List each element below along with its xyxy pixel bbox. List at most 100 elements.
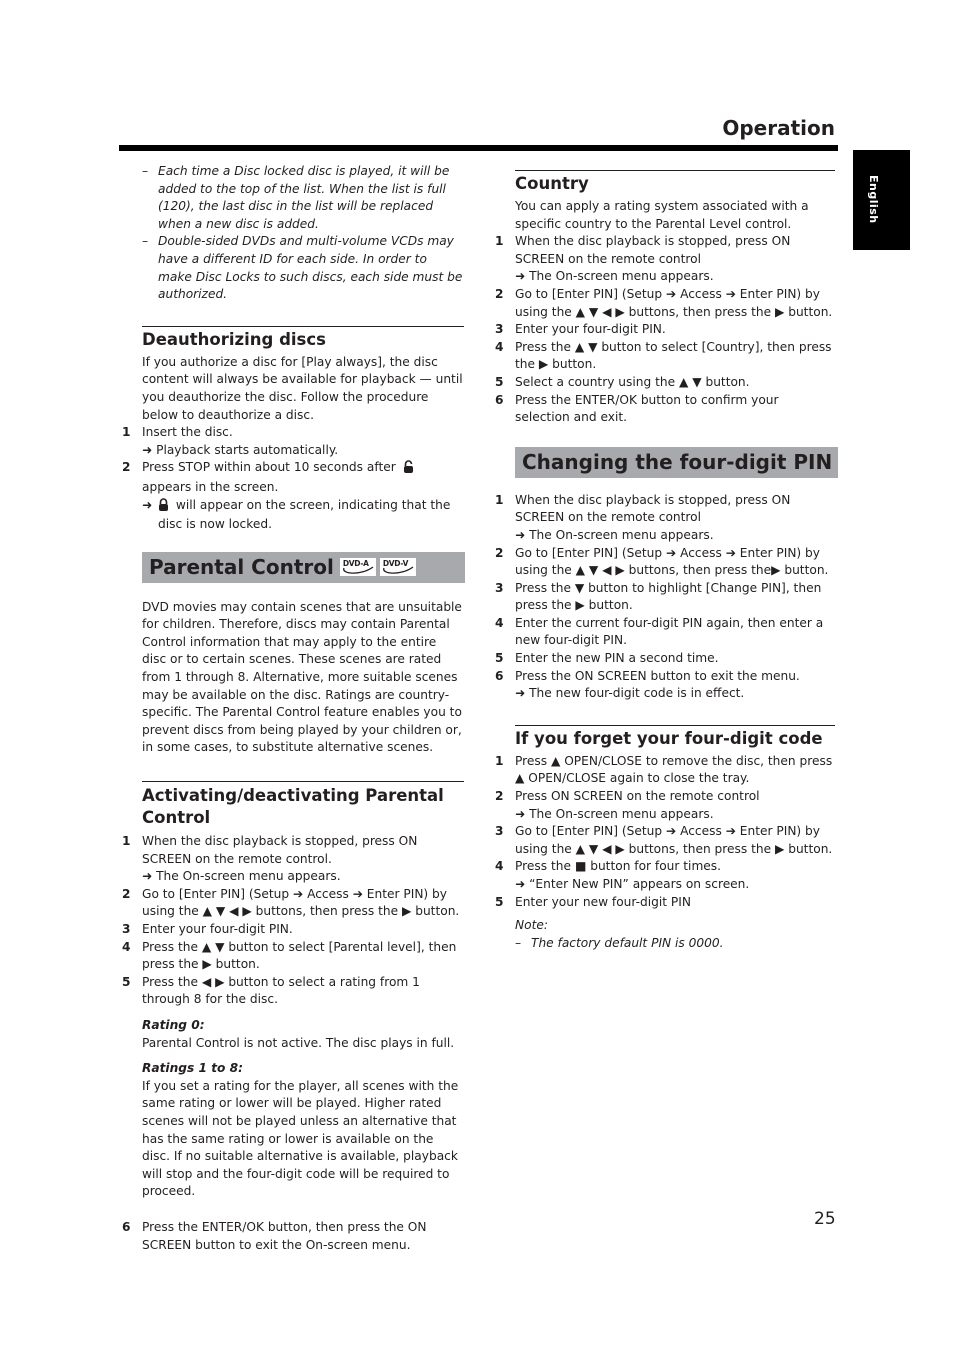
step-item: 2 Go to [Enter PIN] (Setup ➔ Access ➔ En…: [495, 286, 837, 321]
note-item: – The factory default PIN is 0000.: [515, 935, 837, 953]
page-number: 25: [814, 1209, 836, 1229]
step-item: 4 Press the ▲ ▼ button to select [Countr…: [495, 339, 837, 374]
step-item: 2 Go to [Enter PIN] (Setup ➔ Access ➔ En…: [122, 886, 464, 921]
language-tab: English: [853, 150, 910, 250]
step-list: 1 When the disc playback is stopped, pre…: [495, 492, 837, 703]
step-text: Go to [Enter PIN] (Setup ➔ Access ➔ Ente…: [515, 545, 829, 578]
step-text: Enter the new PIN a second time.: [515, 651, 719, 666]
step-text: Enter the current four-digit PIN again, …: [515, 615, 824, 648]
step-item: 3 Enter your four-digit PIN.: [122, 921, 464, 939]
language-tab-label: English: [867, 175, 880, 224]
result-text: “Enter New PIN” appears on screen.: [529, 877, 750, 891]
arrow-icon: ➜: [515, 527, 526, 542]
step-item: 3 Enter your four-digit PIN.: [495, 321, 837, 339]
result-text: The On-screen menu appears.: [156, 869, 341, 884]
step-text: Go to [Enter PIN] (Setup ➔ Access ➔ Ente…: [142, 886, 460, 919]
section-heading: Deauthorizing discs: [142, 325, 464, 350]
step-text-part: appears in the screen.: [142, 479, 279, 494]
step-item: 6 Press the ENTER/OK button, then press …: [122, 1219, 464, 1254]
step-result: ➜ “Enter New PIN” appears on screen.: [515, 876, 837, 894]
deauthorizing-section: Deauthorizing discs If you authorize a d…: [122, 325, 464, 534]
step-number: 5: [495, 894, 504, 909]
step-text: Press ▲ OPEN/CLOSE to remove the disc, t…: [515, 753, 833, 786]
left-column: – Each time a Disc locked disc is played…: [122, 163, 465, 1254]
step-text: Go to [Enter PIN] (Setup ➔ Access ➔ Ente…: [515, 286, 833, 319]
step-number: 2: [495, 545, 504, 560]
note-text: Double-sided DVDs and multi-volume VCDs …: [158, 234, 463, 302]
step-list: 1 Press ▲ OPEN/CLOSE to remove the disc,…: [495, 753, 837, 911]
step-text: Press the ENTER/OK button, then press th…: [142, 1219, 427, 1252]
arrow-icon: ➜: [515, 877, 526, 891]
header-rule: [119, 145, 838, 151]
arrow-icon: ➜: [515, 269, 526, 284]
step-result: ➜ The On-screen menu appears.: [515, 268, 837, 286]
step-number: 2: [495, 286, 504, 301]
step-text: Select a country using the ▲ ▼ button.: [515, 374, 750, 389]
step-item: 5 Select a country using the ▲ ▼ button.: [495, 374, 837, 392]
section-heading: Country: [515, 170, 835, 194]
rating-0-text: Parental Control is not active. The disc…: [142, 1035, 455, 1050]
dvd-audio-badge-icon: DVD-A: [339, 558, 376, 577]
step-number: 1: [122, 834, 131, 849]
step-number: 3: [495, 824, 504, 839]
step-text: Press the ▲ ▼ button to select [Parental…: [142, 939, 457, 972]
step-item: 1 When the disc playback is stopped, pre…: [495, 233, 837, 286]
locked-padlock-icon: [158, 497, 169, 517]
result-text: The On-screen menu appears.: [529, 806, 714, 821]
note-item: – Each time a Disc locked disc is played…: [142, 163, 464, 233]
rating-0-label: Rating 0:: [142, 1017, 205, 1032]
step-text: Insert the disc.: [142, 425, 233, 440]
step-text: Go to [Enter PIN] (Setup ➔ Access ➔ Ente…: [515, 824, 833, 856]
step-text: Press the ▼ button to highlight [Change …: [515, 580, 822, 613]
step-text: Press the ■ button for four times.: [515, 859, 722, 874]
step-text: Press the ENTER/OK button to confirm you…: [515, 392, 779, 425]
step-number: 1: [495, 492, 504, 507]
note-label: Note:: [515, 918, 548, 933]
arrow-icon: ➜: [142, 869, 153, 884]
dash-bullet: –: [515, 935, 522, 950]
arrow-icon: ➜: [515, 806, 526, 821]
step-item: 1 When the disc playback is stopped, pre…: [495, 492, 837, 545]
step-list: 1 Insert the disc. ➜ Playback starts aut…: [122, 424, 464, 534]
page-section-title: Operation: [722, 116, 835, 140]
result-text: The On-screen menu appears.: [529, 527, 714, 542]
changing-pin-section: Changing the four-digit PIN 1 When the d…: [495, 446, 838, 703]
step-number: 4: [122, 939, 131, 954]
step-number: 4: [495, 615, 504, 630]
step-result: ➜ The new four-digit code is in effect.: [515, 685, 837, 703]
step-list: 1 When the disc playback is stopped, pre…: [122, 833, 464, 1009]
dash-bullet: –: [142, 234, 149, 249]
step-text: Enter your new four-digit PIN: [515, 894, 691, 909]
section-heading: Activating/deactivating Parental Control: [142, 781, 464, 829]
step-number: 3: [495, 322, 504, 337]
section-heading: If you forget your four-digit code: [515, 724, 835, 749]
parental-control-heading: Parental Control DVD-A DVD-V: [142, 551, 465, 583]
step-text: Press ON SCREEN on the remote control: [515, 789, 760, 804]
note-item: – Double-sided DVDs and multi-volume VCD…: [142, 233, 464, 303]
step-text: When the disc playback is stopped, press…: [515, 492, 791, 525]
step-item: 2 Press ON SCREEN on the remote control …: [495, 788, 837, 823]
step-item: 1 Insert the disc. ➜ Playback starts aut…: [122, 424, 464, 459]
right-column: Country You can apply a rating system as…: [495, 170, 838, 953]
step-number: 6: [495, 392, 504, 407]
dvd-video-badge-icon: DVD-V: [379, 558, 416, 577]
result-text: The new four-digit code is in effect.: [529, 686, 745, 701]
result-text: Playback starts automatically.: [156, 442, 339, 457]
section-intro: You can apply a rating system associated…: [515, 199, 809, 231]
step-number: 5: [495, 651, 504, 666]
activating-section: Activating/deactivating Parental Control…: [122, 781, 464, 1254]
step-number: 3: [122, 922, 131, 936]
step-text: Press the ◀ ▶ button to select a rating …: [142, 974, 420, 1007]
step-item: 1 Press ▲ OPEN/CLOSE to remove the disc,…: [495, 753, 837, 788]
step-text: Enter your four-digit PIN.: [515, 322, 666, 337]
changing-pin-heading: Changing the four-digit PIN: [515, 446, 838, 478]
step-item: 2 Press STOP within about 10 seconds aft…: [122, 459, 464, 533]
ratings-1-8-label: Ratings 1 to 8:: [142, 1061, 244, 1076]
unlocked-padlock-icon: [403, 460, 414, 479]
section-intro: If you authorize a disc for [Play always…: [142, 354, 463, 422]
step-number: 1: [495, 234, 504, 249]
step-item: 4 Enter the current four-digit PIN again…: [495, 615, 837, 650]
step-number: 1: [122, 425, 131, 440]
result-text: will appear on the screen, indicating th…: [158, 497, 451, 532]
step-number: 4: [495, 859, 504, 874]
